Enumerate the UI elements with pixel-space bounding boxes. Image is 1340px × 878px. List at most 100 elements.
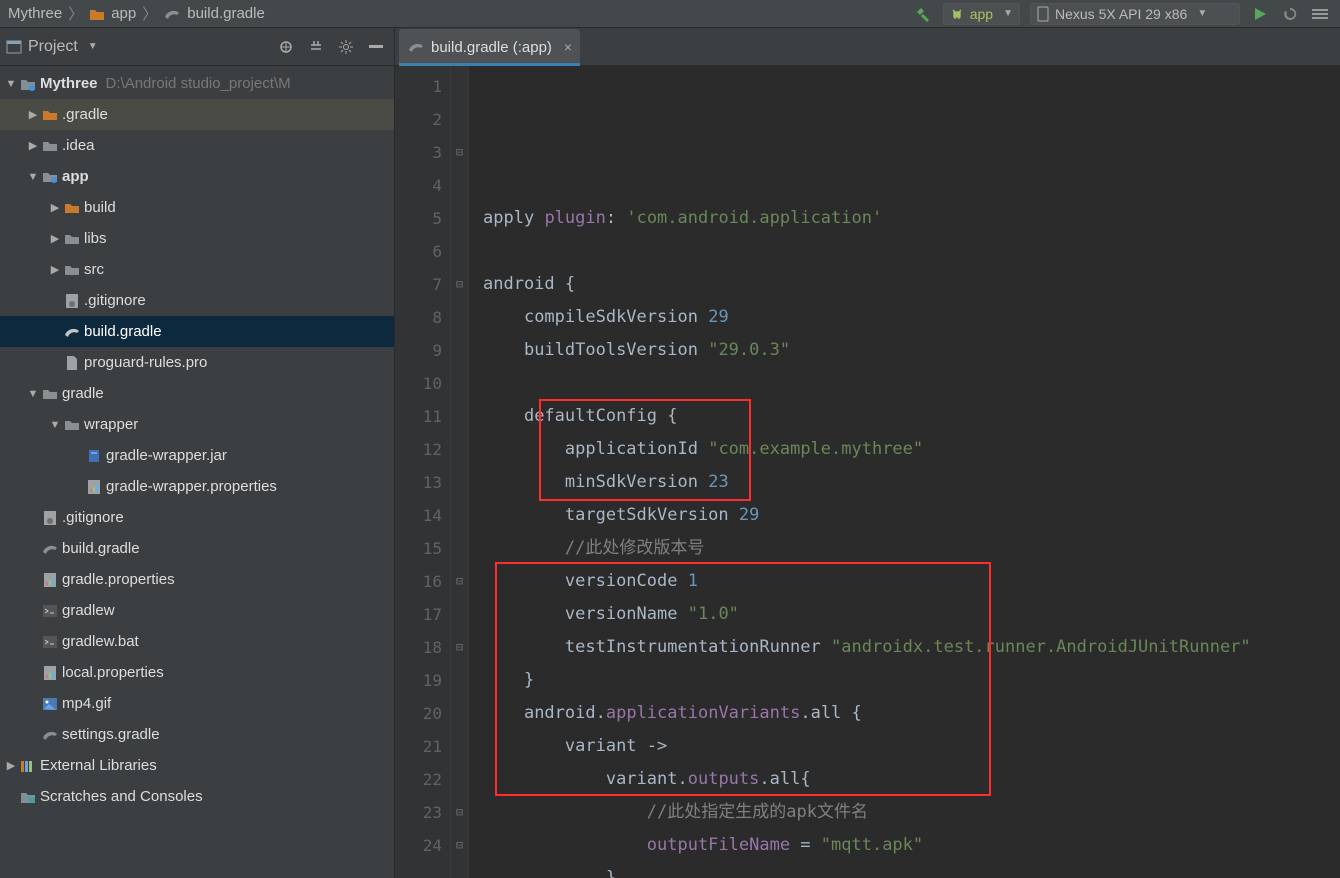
tree-label: gradlew (62, 602, 115, 619)
tree-item-src[interactable]: ▶ src (0, 254, 394, 285)
folder-icon (89, 7, 105, 21)
tree-label: .gradle (62, 106, 108, 123)
tree-item-build[interactable]: ▶ build (0, 192, 394, 223)
breadcrumb-file[interactable]: build.gradle (187, 5, 265, 22)
properties-icon (40, 572, 60, 588)
expand-arrow-icon[interactable]: ▼ (48, 419, 62, 431)
expand-arrow-icon[interactable]: ▼ (26, 388, 40, 400)
close-icon[interactable]: × (564, 39, 572, 55)
project-panel-title-text: Project (28, 38, 78, 56)
tree-label: build.gradle (84, 323, 162, 340)
expand-arrow-icon[interactable]: ▶ (48, 201, 62, 214)
tree-item-wrapper-jar[interactable]: ▶ gradle-wrapper.jar (0, 440, 394, 471)
tree-item-libs[interactable]: ▶ libs (0, 223, 394, 254)
collapse-all-icon[interactable] (308, 39, 324, 55)
build-icon[interactable] (913, 4, 933, 24)
tree-item-build-gradle-root[interactable]: ▶ build.gradle (0, 533, 394, 564)
tree-item-gradle-properties[interactable]: ▶ gradle.properties (0, 564, 394, 595)
run-config-label: app (970, 6, 993, 22)
expand-arrow-icon[interactable]: ▶ (26, 108, 40, 121)
tree-root-path: D:\Android studio_project\M (106, 75, 291, 92)
gear-icon[interactable] (338, 39, 354, 55)
phone-icon (1037, 6, 1049, 22)
expand-arrow-icon[interactable]: ▶ (4, 759, 18, 772)
editor-body: 123456789101112131415161718192021222324 … (395, 66, 1340, 878)
tree-label: local.properties (62, 664, 164, 681)
select-opened-icon[interactable] (278, 39, 294, 55)
tree-item-build-gradle-app[interactable]: ▶ build.gradle (0, 316, 394, 347)
run-icon[interactable] (1250, 4, 1270, 24)
tab-build-gradle[interactable]: build.gradle (:app) × (399, 29, 580, 65)
tree-item-gradlew-bat[interactable]: ▶ gradlew.bat (0, 626, 394, 657)
tree-label: src (84, 261, 104, 278)
breadcrumb-root[interactable]: Mythree (8, 5, 62, 22)
tree-label: .idea (62, 137, 95, 154)
tree-item-external-libraries[interactable]: ▶ External Libraries (0, 750, 394, 781)
expand-arrow-icon[interactable]: ▼ (26, 171, 40, 183)
shell-icon (40, 635, 60, 649)
run-config-dropdown[interactable]: app ▼ (943, 3, 1020, 25)
line-gutter[interactable]: 123456789101112131415161718192021222324 (395, 66, 451, 878)
breadcrumb-folder[interactable]: app (111, 5, 136, 22)
tree-root[interactable]: ▼ Mythree D:\Android studio_project\M (0, 68, 394, 99)
tree-item-gitignore[interactable]: ▶ .gitignore (0, 285, 394, 316)
expand-arrow-icon[interactable]: ▼ (4, 78, 18, 90)
gradle-icon (62, 325, 82, 339)
expand-arrow-icon[interactable]: ▶ (48, 232, 62, 245)
fold-gutter[interactable]: ⊟⊟⊟⊟⊟⊟ (451, 66, 469, 878)
expand-arrow-icon[interactable]: ▶ (26, 139, 40, 152)
tree-label: Scratches and Consoles (40, 788, 203, 805)
gradle-icon (40, 728, 60, 742)
gradle-icon (163, 7, 181, 21)
gradle-icon (407, 40, 425, 54)
more-icon[interactable] (1310, 4, 1330, 24)
tree-item-gitignore-root[interactable]: ▶ .gitignore (0, 502, 394, 533)
tree-item-app[interactable]: ▼ app (0, 161, 394, 192)
tree-item-mp4-gif[interactable]: ▶ mp4.gif (0, 688, 394, 719)
folder-icon (62, 263, 82, 276)
expand-arrow-icon[interactable]: ▶ (48, 263, 62, 276)
tree-label: gradle (62, 385, 104, 402)
module-icon (40, 170, 60, 183)
tree-item-wrapper-props[interactable]: ▶ gradle-wrapper.properties (0, 471, 394, 502)
caret-down-icon: ▼ (1197, 8, 1207, 19)
folder-icon (40, 108, 60, 121)
tree-label: gradle.properties (62, 571, 175, 588)
tree-label: build.gradle (62, 540, 140, 557)
tree-item-idea[interactable]: ▶ .idea (0, 130, 394, 161)
tree-label: wrapper (84, 416, 138, 433)
tree-item-gradlew[interactable]: ▶ gradlew (0, 595, 394, 626)
tree-item-wrapper[interactable]: ▼ wrapper (0, 409, 394, 440)
project-panel-header: Project ▼ (0, 28, 394, 66)
folder-icon (40, 387, 60, 400)
main: Project ▼ ▼ Mythree D:\Android studio_pr… (0, 28, 1340, 878)
device-dropdown[interactable]: Nexus 5X API 29 x86 ▼ (1030, 3, 1240, 25)
tree-item-local-properties[interactable]: ▶ local.properties (0, 657, 394, 688)
tree-label: build (84, 199, 116, 216)
code-area[interactable]: apply plugin: 'com.android.application'a… (469, 66, 1340, 878)
tree-item-settings-gradle[interactable]: ▶ settings.gradle (0, 719, 394, 750)
tree-label: gradle-wrapper.jar (106, 447, 227, 464)
project-panel-title[interactable]: Project ▼ (28, 38, 98, 56)
tree-item-scratches[interactable]: ▶ Scratches and Consoles (0, 781, 394, 812)
hide-icon[interactable] (368, 39, 384, 55)
project-tree[interactable]: ▼ Mythree D:\Android studio_project\M ▶ … (0, 66, 394, 878)
tree-label: gradlew.bat (62, 633, 139, 650)
android-icon (950, 7, 964, 21)
tree-item-proguard[interactable]: ▶ proguard-rules.pro (0, 347, 394, 378)
gitignore-icon (40, 510, 60, 526)
shell-icon (40, 604, 60, 618)
folder-icon (62, 418, 82, 431)
folder-icon (40, 139, 60, 152)
tree-item-gradle[interactable]: ▼ gradle (0, 378, 394, 409)
tree-label: .gitignore (62, 509, 124, 526)
editor-area: build.gradle (:app) × 123456789101112131… (395, 28, 1340, 878)
apply-changes-icon[interactable] (1280, 4, 1300, 24)
tree-label: app (62, 168, 89, 185)
breadcrumb[interactable]: Mythree 〉 app 〉 build.gradle (8, 3, 265, 24)
scratches-icon (18, 790, 38, 804)
tree-label: libs (84, 230, 107, 247)
tree-label: gradle-wrapper.properties (106, 478, 277, 495)
tree-item-gradle-cache[interactable]: ▶ .gradle (0, 99, 394, 130)
tree-label: proguard-rules.pro (84, 354, 207, 371)
